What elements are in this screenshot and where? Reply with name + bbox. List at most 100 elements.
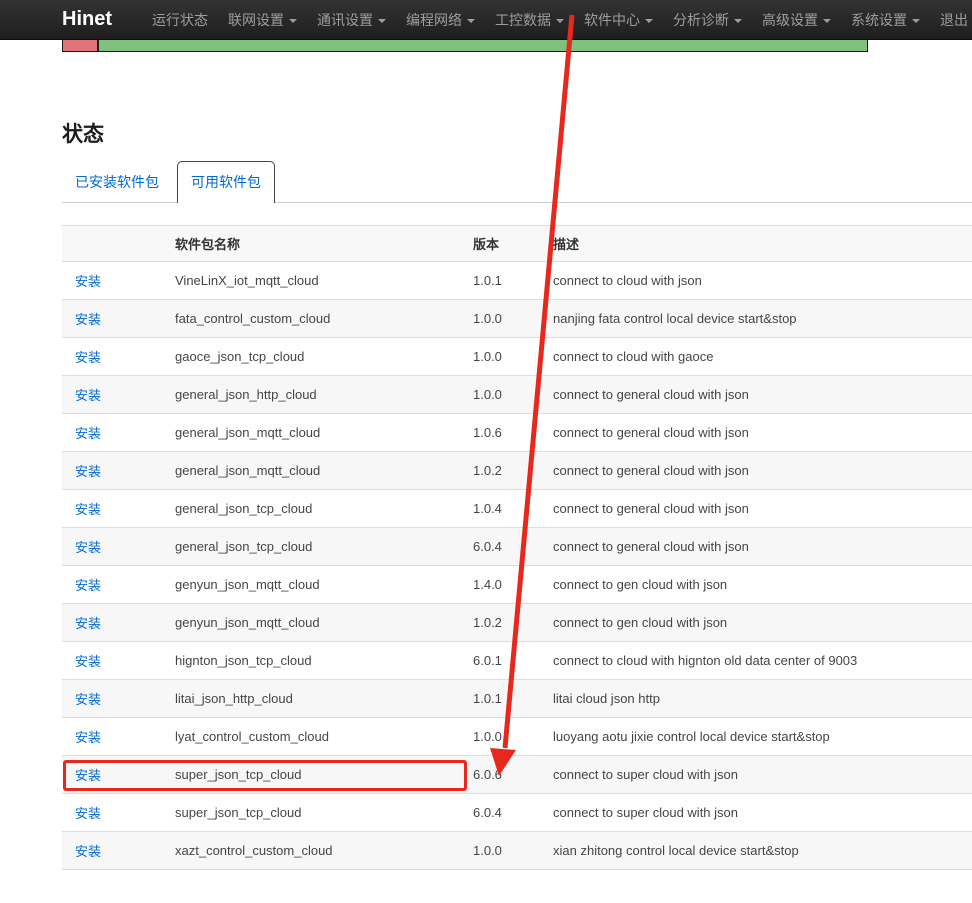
install-link[interactable]: 安装 [75,730,101,745]
cell-action: 安装 [62,651,175,670]
cell-package-name: genyun_json_mqtt_cloud [175,577,473,592]
nav-item-label: 高级设置 [762,12,818,28]
cell-version: 6.0.4 [473,539,553,554]
brand-logo[interactable]: Hinet [62,8,112,31]
cell-version: 1.0.2 [473,615,553,630]
cell-description: connect to general cloud with json [553,539,972,554]
cell-action: 安装 [62,461,175,480]
install-link[interactable]: 安装 [75,578,101,593]
cell-action: 安装 [62,385,175,404]
cell-package-name: general_json_tcp_cloud [175,539,473,554]
cell-version: 1.0.0 [473,311,553,326]
col-header-name: 软件包名称 [175,234,473,253]
nav-item-label: 退出 [940,12,968,28]
nav-item-9[interactable]: 系统设置 [841,0,930,40]
table-row: 安装general_json_http_cloud1.0.0connect to… [62,376,972,414]
install-link[interactable]: 安装 [75,616,101,631]
cell-action: 安装 [62,499,175,518]
cell-version: 1.4.0 [473,577,553,592]
cell-package-name: general_json_http_cloud [175,387,473,402]
install-link[interactable]: 安装 [75,312,101,327]
cell-version: 6.0.1 [473,653,553,668]
cell-package-name: lyat_control_custom_cloud [175,729,473,744]
nav-items: 运行状态联网设置通讯设置编程网络工控数据 软件中心 分析诊断高级设置 系统设置退出 [142,0,972,39]
col-header-desc: 描述 [553,234,972,253]
install-link[interactable]: 安装 [75,464,101,479]
nav-item-3[interactable]: 通讯设置 [307,0,396,40]
cell-package-name: gaoce_json_tcp_cloud [175,349,473,364]
table-row: 安装lyat_control_custom_cloud1.0.0luoyang … [62,718,972,756]
table-row: 安装hignton_json_tcp_cloud6.0.1connect to … [62,642,972,680]
chevron-down-icon [378,19,386,23]
cell-description: nanjing fata control local device start&… [553,311,972,326]
cell-description: connect to general cloud with json [553,425,972,440]
chevron-down-icon [823,19,831,23]
install-link[interactable]: 安装 [75,350,101,365]
table-row: 安装genyun_json_mqtt_cloud1.0.2connect to … [62,604,972,642]
page-title: 状态 [62,118,972,148]
table-row: 安装super_json_tcp_cloud6.0.6connect to su… [62,756,972,794]
cell-action: 安装 [62,271,175,290]
nav-item-4[interactable]: 编程网络 [396,0,485,40]
install-link[interactable]: 安装 [75,844,101,859]
table-row: 安装 general_json_mqtt_cloud1.0.2connect to… [62,452,972,490]
cell-description: connect to cloud with gaoce [553,349,972,364]
cell-action: 安装 [62,309,175,328]
table-body: 安装 VineLinX_iot_mqtt_cloud1.0.1 connect to… [62,262,972,870]
nav-item-7[interactable]: 分析诊断 [663,0,752,40]
cell-action: 安装 [62,347,175,366]
install-link[interactable]: 安装 [75,502,101,517]
install-link[interactable]: 安装 [75,388,101,403]
progress-segment-green [98,39,868,52]
cell-description: litai cloud json http [553,691,972,706]
install-link[interactable]: 安装 [75,540,101,555]
nav-item-6[interactable]: 软件中心 [574,0,663,40]
install-link[interactable]: 安装 [75,426,101,441]
cell-action: 安装 [62,727,175,746]
cell-package-name: general_json_tcp_cloud [175,501,473,516]
table-row: 安装 genyun_json_mqtt_cloud1.4.0connect to … [62,566,972,604]
cell-description: luoyang aotu jixie control local device … [553,729,972,744]
cell-version: 1.0.2 [473,463,553,478]
install-link[interactable]: 安装 [75,768,101,783]
nav-item-8[interactable]: 高级设置 [752,0,841,40]
cell-version: 1.0.0 [473,843,553,858]
nav-item-label: 工控数据 [495,12,551,28]
install-link[interactable]: 安装 [75,654,101,669]
nav-item-10[interactable]: 退出 [930,0,972,40]
cell-description: connect to cloud with hignton old data c… [553,653,972,668]
cell-action: 安装 [62,803,175,822]
cell-version: 6.0.4 [473,805,553,820]
nav-item-2[interactable]: 联网设置 [218,0,307,40]
nav-item-label: 运行状态 [152,12,208,28]
table-row: 安装gaoce_json_tcp_cloud1.0.0connect to cl… [62,338,972,376]
install-link[interactable]: 安装 [75,692,101,707]
cell-package-name: general_json_mqtt_cloud [175,425,473,440]
table-row: 安装litai_json_http_cloud1.0.1litai cloud … [62,680,972,718]
cell-package-name: VineLinX_iot_mqtt_cloud [175,273,473,288]
cell-description: connect to gen cloud with json [553,577,972,592]
install-link[interactable]: 安装 [75,806,101,821]
install-link[interactable]: 安装 [75,274,101,289]
nav-item-5[interactable]: 工控数据 [485,0,574,40]
chevron-down-icon [645,19,653,23]
table-row: 安装general_json_tcp_cloud1.0.4connect to … [62,490,972,528]
cell-action: 安装 [62,765,175,784]
cell-package-name: xazt_control_custom_cloud [175,843,473,858]
progress-segment-red [62,39,98,52]
chevron-down-icon [556,19,564,23]
nav-item-label: 软件中心 [584,12,640,28]
chevron-down-icon [289,19,297,23]
tab-1[interactable]: 已安装软件包 [62,162,172,202]
table-row: 安装xazt_control_custom_cloud1.0.0xian zhi… [62,832,972,870]
tab-2[interactable]: 可用软件包 [177,161,275,203]
cell-action: 安装 [62,423,175,442]
cell-version: 1.0.1 [473,273,553,288]
cell-description: connect to general cloud with json [553,463,972,478]
navbar: Hinet 运行状态联网设置通讯设置编程网络工控数据 软件中心 分析诊断高级设置 系统… [0,0,972,40]
nav-item-1[interactable]: 运行状态 [142,0,218,40]
cell-package-name: genyun_json_mqtt_cloud [175,615,473,630]
cell-package-name: general_json_mqtt_cloud [175,463,473,478]
cell-action: 安装 [62,575,175,594]
cell-action: 安装 [62,689,175,708]
